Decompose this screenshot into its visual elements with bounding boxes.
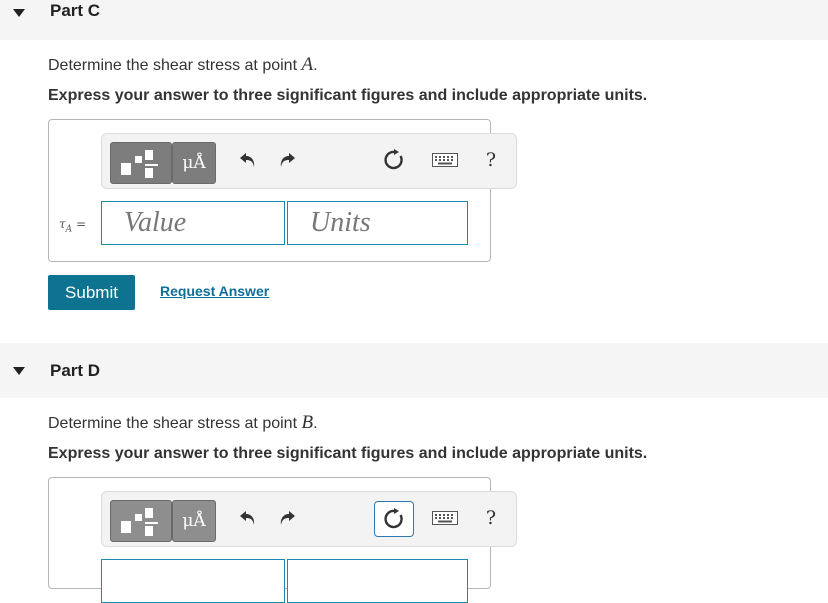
templates-button[interactable]	[110, 500, 172, 542]
answer-label: τA =	[59, 217, 86, 234]
units-input[interactable]	[287, 559, 468, 603]
collapse-caret-icon[interactable]	[13, 9, 25, 17]
reset-icon	[384, 508, 403, 529]
value-input[interactable]: Value	[101, 201, 285, 245]
reset-icon	[384, 149, 403, 170]
part-d-answer-box: μÅ ?	[48, 477, 517, 603]
part-c-answer-box: μÅ ? τA = Value Units	[48, 119, 517, 262]
keyboard-button[interactable]	[427, 145, 463, 175]
part-d-header[interactable]: Part D	[0, 343, 828, 398]
redo-button[interactable]	[272, 503, 302, 533]
math-toolbar: μÅ ?	[101, 133, 517, 189]
point-variable: B	[301, 412, 314, 433]
request-answer-link[interactable]: Request Answer	[160, 283, 269, 299]
math-toolbar: μÅ ?	[101, 491, 517, 547]
help-button[interactable]: ?	[476, 145, 506, 175]
part-d-title: Part D	[50, 361, 101, 380]
units-input[interactable]: Units	[287, 201, 468, 245]
undo-button[interactable]	[233, 503, 263, 533]
part-d-question: Determine the shear stress at point B.	[48, 412, 318, 434]
keyboard-icon	[432, 511, 458, 525]
question-text: Determine the shear stress at point	[48, 415, 302, 432]
part-c-instruction: Express your answer to three significant…	[48, 87, 648, 104]
units-button[interactable]: μÅ	[172, 142, 216, 184]
keyboard-icon	[432, 153, 458, 167]
units-icon: μÅ	[182, 153, 206, 173]
tau-symbol: τ	[59, 217, 66, 231]
undo-button[interactable]	[233, 145, 263, 175]
value-input[interactable]	[101, 559, 285, 603]
redo-icon	[280, 511, 295, 525]
undo-icon	[240, 511, 255, 525]
question-period: .	[313, 57, 318, 74]
point-variable: A	[301, 54, 314, 75]
units-icon: μÅ	[182, 511, 206, 531]
redo-icon	[280, 153, 295, 167]
part-c-title: Part C	[50, 1, 101, 20]
part-c-question: Determine the shear stress at point A.	[48, 54, 318, 76]
help-icon: ?	[485, 149, 497, 171]
submit-button[interactable]: Submit	[48, 275, 135, 310]
keyboard-button[interactable]	[427, 503, 463, 533]
templates-icon	[121, 521, 131, 533]
undo-icon	[240, 153, 255, 167]
equals-sign: =	[72, 217, 87, 231]
question-period: .	[313, 415, 318, 432]
help-button[interactable]: ?	[476, 503, 506, 533]
help-icon: ?	[485, 507, 497, 529]
units-button[interactable]: μÅ	[172, 500, 216, 542]
question-text: Determine the shear stress at point	[48, 57, 302, 74]
collapse-caret-icon[interactable]	[13, 367, 25, 375]
part-c-header[interactable]: Part C	[0, 0, 828, 40]
reset-button[interactable]	[374, 501, 414, 537]
part-d-instruction: Express your answer to three significant…	[48, 445, 648, 462]
reset-button[interactable]	[379, 145, 409, 175]
redo-button[interactable]	[272, 145, 302, 175]
templates-icon	[121, 163, 131, 175]
templates-button[interactable]	[110, 142, 172, 184]
